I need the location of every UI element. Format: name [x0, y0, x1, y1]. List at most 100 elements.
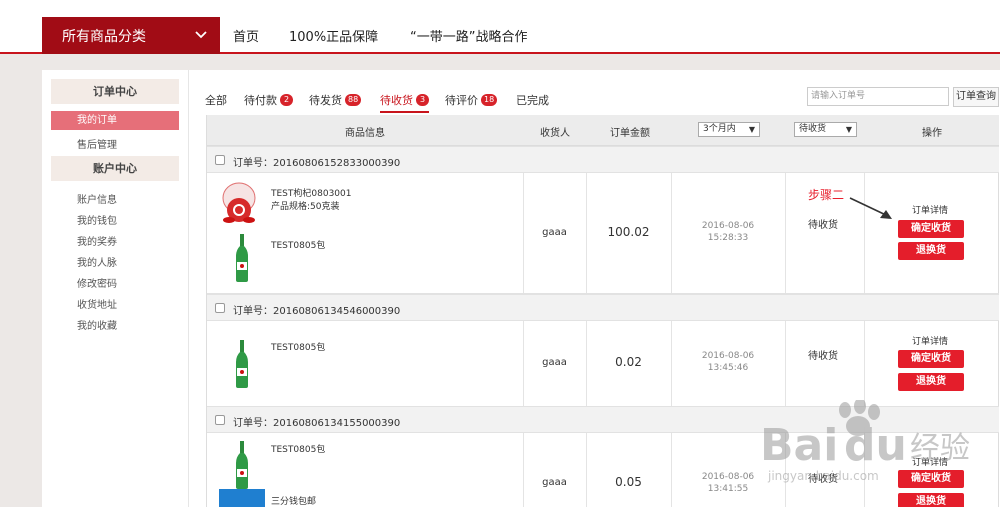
- count-badge: 3: [416, 94, 429, 106]
- time-filter-select[interactable]: 3个月内 ▼: [698, 122, 760, 137]
- order-time: 15:28:33: [707, 233, 749, 243]
- order-header: 订单号：20160806152833000390: [207, 146, 999, 173]
- return-exchange-button[interactable]: 退换货: [898, 373, 964, 391]
- sidebar-heading-account-center: 账户中心: [51, 156, 179, 181]
- order-amount: 100.02: [607, 225, 650, 239]
- order-checkbox[interactable]: [215, 303, 225, 313]
- svg-text:jingyan.baidu.com: jingyan.baidu.com: [767, 469, 879, 483]
- tab-pending-receipt[interactable]: 待收货 3: [380, 92, 429, 113]
- product-name[interactable]: TEST枸杞0803001: [271, 186, 351, 199]
- sidebar-item-my-orders[interactable]: 我的订单: [51, 111, 179, 130]
- order-row: TEST枸杞0803001 产品规格:50克装 TEST0805包 gaaa 1…: [207, 173, 999, 294]
- divider: [785, 321, 786, 406]
- baidu-jingyan-watermark: Bai du 经验 jingyan.baidu.com: [760, 400, 970, 483]
- tab-label: 全部: [205, 94, 227, 107]
- confirm-receipt-button[interactable]: 确定收货: [898, 350, 964, 368]
- sidebar-item-wallet[interactable]: 我的钱包: [77, 212, 117, 227]
- product-name[interactable]: 三分钱包邮: [271, 494, 316, 507]
- order-checkbox[interactable]: [215, 155, 225, 165]
- divider: [785, 173, 786, 293]
- sidebar-item-after-sales[interactable]: 售后管理: [77, 136, 117, 151]
- tab-pending-payment[interactable]: 待付款 2: [244, 92, 293, 108]
- step-annotation: 步骤二: [808, 188, 845, 202]
- confirm-receipt-button[interactable]: 确定收货: [898, 220, 964, 238]
- nav-link-home[interactable]: 首页: [233, 26, 259, 45]
- order-row: TEST0805包 gaaa 0.02 2016-08-06 13:45:46 待…: [207, 321, 999, 407]
- sidebar-item-favorites[interactable]: 我的收藏: [77, 317, 117, 332]
- all-categories-label: 所有商品分类: [62, 28, 146, 45]
- nav-link-guarantee[interactable]: 100%正品保障: [289, 26, 378, 45]
- sidebar-item-contacts[interactable]: 我的人脉: [77, 254, 117, 269]
- return-exchange-button[interactable]: 退换货: [898, 242, 964, 260]
- sidebar-heading-order-center: 订单中心: [51, 79, 179, 104]
- header-product: 商品信息: [345, 128, 385, 139]
- tab-label: 待评价: [445, 94, 478, 107]
- dropdown-arrow-icon: ▼: [748, 125, 755, 134]
- sidebar-item-coupons[interactable]: 我的奖券: [77, 233, 117, 248]
- order-status: 待收货: [808, 220, 838, 231]
- order-amount: 0.02: [615, 355, 642, 369]
- sidebar-item-address[interactable]: 收货地址: [77, 296, 117, 311]
- chevron-down-icon: [195, 31, 207, 39]
- product-name[interactable]: TEST0805包: [271, 442, 325, 455]
- header-amount: 订单金额: [610, 128, 650, 139]
- divider: [523, 433, 524, 507]
- order-search-button[interactable]: 订单查询: [953, 87, 999, 107]
- tab-all[interactable]: 全部: [205, 92, 227, 108]
- tab-label: 已完成: [516, 94, 549, 107]
- product-name[interactable]: TEST0805包: [271, 340, 325, 353]
- order-number-value: 20160806134155000390: [273, 418, 401, 429]
- svg-text:Bai: Bai: [760, 420, 838, 471]
- time-filter-value: 3个月内: [703, 124, 736, 134]
- divider: [864, 173, 865, 293]
- order-number-prefix: 订单号：: [233, 158, 273, 169]
- count-badge: 2: [280, 94, 293, 106]
- tab-completed[interactable]: 已完成: [516, 92, 549, 108]
- table-header: 商品信息 收货人 订单金额 3个月内 ▼ 待收货 ▼ 操作: [207, 115, 999, 146]
- product-thumbnail-bottle: [236, 234, 248, 282]
- all-categories-button[interactable]: 所有商品分类: [42, 17, 220, 54]
- order-search-input[interactable]: 请输入订单号: [807, 87, 949, 106]
- product-thumbnail-goji: [222, 182, 256, 223]
- order-amount: 0.05: [615, 475, 642, 489]
- nav-link-belt-road[interactable]: “一带一路”战略合作: [410, 26, 527, 45]
- top-nav: 所有商品分类 首页 100%正品保障 “一带一路”战略合作: [0, 0, 1000, 54]
- order-checkbox[interactable]: [215, 415, 225, 425]
- order-number: 订单号：20160806134155000390: [233, 414, 400, 429]
- order-number-prefix: 订单号：: [233, 306, 273, 317]
- status-filter-select[interactable]: 待收货 ▼: [794, 122, 857, 137]
- divider: [671, 433, 672, 507]
- status-filter-value: 待收货: [799, 124, 827, 134]
- tab-label: 待付款: [244, 94, 277, 107]
- consignee: gaaa: [542, 357, 567, 368]
- tab-label: 待发货: [309, 94, 342, 107]
- order-number-prefix: 订单号：: [233, 418, 273, 429]
- order-status: 待收货: [808, 351, 838, 362]
- tab-pending-review[interactable]: 待评价 18: [445, 92, 498, 108]
- svg-text:du: du: [844, 420, 907, 471]
- sidebar: 订单中心 我的订单 售后管理 账户中心 账户信息 我的钱包 我的奖券 我的人脉 …: [42, 70, 188, 507]
- product-name[interactable]: TEST0805包: [271, 238, 325, 251]
- order-detail-link[interactable]: 订单详情: [912, 203, 948, 216]
- svg-text:经验: 经验: [910, 431, 970, 466]
- order-datetime: 2016-08-06 15:28:33: [671, 220, 785, 244]
- order-date: 2016-08-06: [701, 351, 755, 361]
- tab-label: 待收货: [380, 94, 413, 107]
- divider: [864, 321, 865, 406]
- count-badge: 88: [345, 94, 362, 106]
- tab-pending-shipment[interactable]: 待发货 88: [309, 92, 362, 108]
- order-detail-link[interactable]: 订单详情: [912, 334, 948, 347]
- divider: [586, 433, 587, 507]
- order-date: 2016-08-06: [701, 221, 755, 231]
- product-thumbnail-bottle: [236, 441, 248, 489]
- header-action: 操作: [922, 128, 942, 139]
- order-number: 订单号：20160806134546000390: [233, 302, 400, 317]
- sidebar-item-change-password[interactable]: 修改密码: [77, 275, 117, 290]
- header-consignee: 收货人: [540, 128, 570, 139]
- order-time: 13:45:46: [707, 363, 749, 373]
- product-spec: 产品规格:50克装: [271, 202, 340, 212]
- order-number-value: 20160806152833000390: [273, 158, 401, 169]
- sidebar-item-account-info[interactable]: 账户信息: [77, 191, 117, 206]
- order-header: 订单号：20160806134546000390: [207, 294, 999, 321]
- product-thumbnail-bottle: [236, 340, 248, 388]
